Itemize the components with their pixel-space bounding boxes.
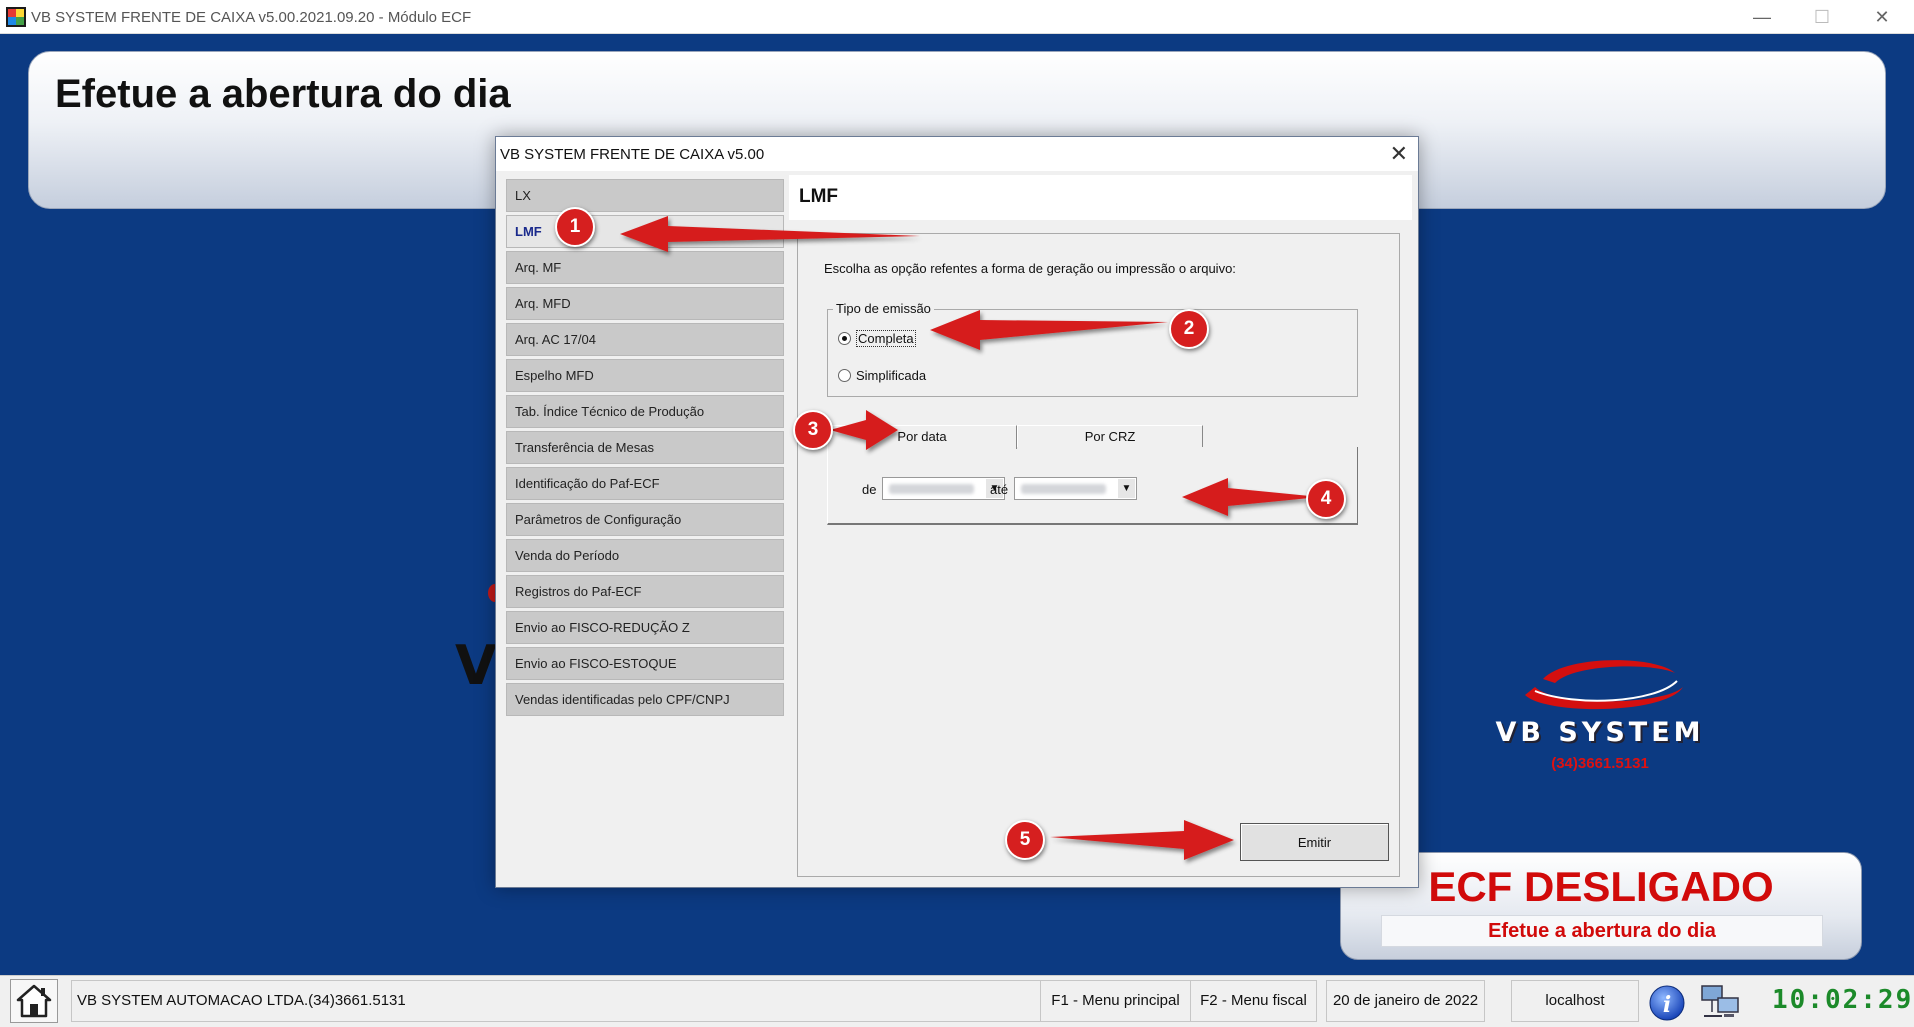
dialog-close-button[interactable]: ✕	[1390, 141, 1408, 167]
annotation-badge-3: 3	[793, 410, 833, 450]
tipo-emissao-group: Tipo de emissão Completa Simplificada	[827, 301, 1358, 397]
status-date: 20 de janeiro de 2022	[1326, 980, 1485, 1022]
date-from-label: de	[862, 482, 877, 497]
chevron-down-icon[interactable]: ▼	[1118, 479, 1135, 498]
ecf-status-subtitle-box: Efetue a abertura do dia	[1381, 915, 1823, 947]
window-title: VB SYSTEM FRENTE DE CAIXA v5.00.2021.09.…	[31, 9, 472, 26]
menu-item-registros-paf[interactable]: Registros do Paf-ECF	[506, 575, 784, 608]
annotation-badge-2: 2	[1169, 309, 1209, 349]
info-icon[interactable]: i	[1648, 984, 1686, 1022]
radio-simplificada[interactable]: Simplificada	[838, 368, 926, 383]
home-button[interactable]	[10, 979, 58, 1023]
content-header: LMF	[789, 175, 1412, 220]
content-title: LMF	[799, 186, 839, 207]
date-from-select[interactable]: ▼	[882, 477, 1005, 500]
lmf-dialog: VB SYSTEM FRENTE DE CAIXA v5.00 ✕ LX LMF…	[495, 136, 1419, 888]
page-title: Efetue a abertura do dia	[55, 72, 511, 116]
status-company: VB SYSTEM AUTOMACAO LTDA.(34)3661.5131	[71, 980, 1041, 1022]
tab-por-data[interactable]: Por data	[827, 425, 1017, 449]
instructions-text: Escolha as opção refentes a forma de ger…	[824, 261, 1236, 276]
close-window-button[interactable]: ✕	[1860, 4, 1904, 30]
radio-unchecked-icon[interactable]	[838, 369, 851, 382]
tipo-emissao-legend: Tipo de emissão	[833, 301, 934, 316]
menu-item-identificacao-paf[interactable]: Identificação do Paf-ECF	[506, 467, 784, 500]
radio-checked-icon[interactable]	[838, 332, 851, 345]
menu-item-arq-mf[interactable]: Arq. MF	[506, 251, 784, 284]
window-titlebar: VB SYSTEM FRENTE DE CAIXA v5.00.2021.09.…	[0, 0, 1914, 34]
maximize-button[interactable]: ☐	[1800, 4, 1844, 30]
minimize-button[interactable]: —	[1740, 4, 1784, 30]
network-icon	[1701, 985, 1739, 1017]
menu-item-lmf[interactable]: LMF	[506, 215, 784, 248]
menu-item-vendas-cpf[interactable]: Vendas identificadas pelo CPF/CNPJ	[506, 683, 784, 716]
dialog-titlebar: VB SYSTEM FRENTE DE CAIXA v5.00 ✕	[496, 137, 1418, 171]
logo-phone: (34)3661.5131	[1551, 755, 1649, 772]
vb-system-logo: VB SYSTEM (34)3661.5131	[1485, 657, 1715, 777]
ecf-status-subtitle: Efetue a abertura do dia	[1488, 920, 1716, 942]
menu-item-lx[interactable]: LX	[506, 179, 784, 212]
emitir-button[interactable]: Emitir	[1240, 823, 1389, 861]
radio-completa-label: Completa	[856, 330, 916, 347]
menu-item-venda-periodo[interactable]: Venda do Período	[506, 539, 784, 572]
date-to-select[interactable]: ▼	[1014, 477, 1137, 500]
tab-por-crz[interactable]: Por CRZ	[1017, 425, 1203, 447]
logo-text: VB SYSTEM	[1495, 717, 1705, 748]
svg-text:i: i	[1663, 992, 1671, 1018]
radio-completa[interactable]: Completa	[838, 330, 916, 347]
content-panel: Escolha as opção refentes a forma de ger…	[797, 233, 1400, 877]
date-to-label: até	[990, 482, 1009, 497]
menu-item-arq-ac[interactable]: Arq. AC 17/04	[506, 323, 784, 356]
tab-bar: Por data Por CRZ	[827, 425, 1358, 449]
status-f2-menu-fiscal[interactable]: F2 - Menu fiscal	[1191, 980, 1317, 1022]
status-host: localhost	[1511, 980, 1639, 1022]
menu-item-parametros[interactable]: Parâmetros de Configuração	[506, 503, 784, 536]
ecf-status-title: ECF DESLIGADO	[1428, 863, 1774, 910]
tab-page-por-data: de ▼ até ▼	[827, 447, 1358, 525]
status-bar: VB SYSTEM AUTOMACAO LTDA.(34)3661.5131 F…	[0, 975, 1914, 1027]
home-icon	[16, 984, 52, 1018]
menu-item-espelho-mfd[interactable]: Espelho MFD	[506, 359, 784, 392]
status-f1-menu-principal[interactable]: F1 - Menu principal	[1041, 980, 1191, 1022]
clock: 10:02:29	[1772, 985, 1914, 1015]
menu-item-tab-indice[interactable]: Tab. Índice Técnico de Produção	[506, 395, 784, 428]
annotation-badge-1: 1	[555, 207, 595, 247]
menu-item-envio-reducao-z[interactable]: Envio ao FISCO-REDUÇÃO Z	[506, 611, 784, 644]
dialog-title: VB SYSTEM FRENTE DE CAIXA v5.00	[500, 146, 765, 163]
menu-item-transferencia-mesas[interactable]: Transferência de Mesas	[506, 431, 784, 464]
app-icon	[6, 7, 26, 27]
logo-swoosh-icon	[1525, 660, 1683, 710]
annotation-badge-5: 5	[1005, 820, 1045, 860]
date-from-value-redacted	[889, 484, 974, 494]
menu-item-arq-mfd[interactable]: Arq. MFD	[506, 287, 784, 320]
menu-item-envio-estoque[interactable]: Envio ao FISCO-ESTOQUE	[506, 647, 784, 680]
fiscal-menu-list: LX LMF Arq. MF Arq. MFD Arq. AC 17/04 Es…	[506, 179, 784, 719]
background-logo-letter: V	[455, 634, 497, 697]
annotation-badge-4: 4	[1306, 479, 1346, 519]
date-to-value-redacted	[1021, 484, 1106, 494]
radio-simplificada-label: Simplificada	[856, 368, 927, 383]
